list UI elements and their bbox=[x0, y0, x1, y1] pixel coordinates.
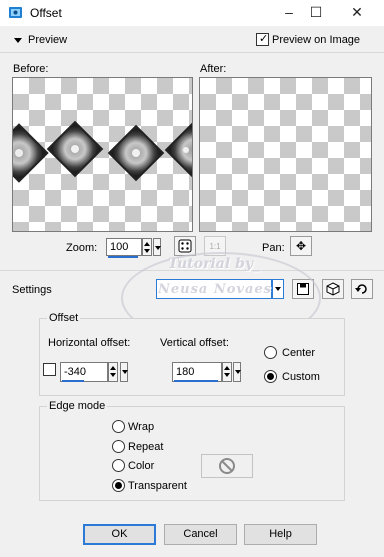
collapse-arrow-icon[interactable] bbox=[14, 38, 22, 43]
check-icon: ✓ bbox=[259, 33, 269, 45]
transparent-radio-label[interactable]: Transparent bbox=[128, 480, 187, 492]
before-label: Before: bbox=[13, 63, 49, 75]
center-radio[interactable] bbox=[264, 346, 277, 359]
wrap-radio[interactable] bbox=[112, 420, 125, 433]
repeat-radio-label[interactable]: Repeat bbox=[128, 441, 163, 453]
spin-down-icon bbox=[144, 249, 150, 253]
move-arrows-icon: ✥ bbox=[295, 239, 307, 253]
pan-button[interactable]: ✥ bbox=[290, 236, 312, 256]
color-radio[interactable] bbox=[112, 459, 125, 472]
vertical-offset-underline bbox=[174, 380, 218, 382]
reset-button[interactable] bbox=[351, 279, 373, 299]
custom-radio-label[interactable]: Custom bbox=[282, 371, 320, 383]
link-offsets-checkbox[interactable] bbox=[43, 363, 56, 376]
after-preview bbox=[199, 77, 372, 232]
transparent-radio[interactable] bbox=[112, 479, 125, 492]
color-radio-label[interactable]: Color bbox=[128, 460, 154, 472]
spin-up-icon bbox=[224, 366, 230, 370]
pan-label: Pan: bbox=[262, 242, 285, 254]
center-radio-label[interactable]: Center bbox=[282, 347, 315, 359]
watermark-line1: Tutorial by_ bbox=[168, 256, 260, 272]
help-button[interactable]: Help bbox=[244, 524, 317, 545]
zoom-slider-arrow[interactable] bbox=[153, 238, 161, 256]
watermark-line2: Neusa Novaes bbox=[158, 282, 272, 297]
repeat-radio[interactable] bbox=[112, 440, 125, 453]
zoom-focus-underline bbox=[108, 256, 138, 258]
spin-up-icon bbox=[144, 242, 150, 246]
zoom-label: Zoom: bbox=[66, 242, 98, 254]
horizontal-offset-input[interactable]: -340 bbox=[60, 362, 108, 382]
close-button[interactable]: ✕ bbox=[346, 3, 368, 23]
edge-mode-group-label: Edge mode bbox=[47, 400, 108, 412]
spin-down-icon bbox=[224, 373, 230, 377]
horizontal-offset-spinner[interactable] bbox=[108, 362, 118, 382]
no-color-icon bbox=[219, 458, 235, 474]
horizontal-offset-slider-arrow[interactable] bbox=[120, 362, 128, 382]
horizontal-offset-underline bbox=[62, 380, 84, 382]
before-preview[interactable] bbox=[12, 77, 193, 232]
cube-icon bbox=[326, 282, 340, 296]
wrap-radio-label[interactable]: Wrap bbox=[128, 421, 154, 433]
vertical-offset-label: Vertical offset: bbox=[160, 337, 229, 349]
window-title: Offset bbox=[30, 6, 62, 20]
zoom-spinner[interactable] bbox=[142, 238, 152, 256]
ok-button[interactable]: OK bbox=[83, 524, 156, 545]
settings-label: Settings bbox=[12, 284, 52, 296]
vertical-offset-input[interactable]: 180 bbox=[172, 362, 222, 382]
zoom-input[interactable]: 100 bbox=[106, 238, 142, 256]
radio-selected-dot bbox=[267, 373, 274, 380]
dice-icon bbox=[178, 239, 192, 253]
cancel-button[interactable]: Cancel bbox=[164, 524, 237, 545]
reset-arrow-icon bbox=[355, 284, 367, 294]
vertical-offset-spinner[interactable] bbox=[222, 362, 232, 382]
actual-size-icon: 1:1 bbox=[209, 242, 221, 251]
divider bbox=[0, 52, 384, 53]
diamond-ornaments-image bbox=[13, 120, 192, 183]
minimize-button[interactable]: – bbox=[278, 3, 300, 23]
custom-radio[interactable] bbox=[264, 370, 277, 383]
app-icon bbox=[9, 7, 22, 18]
after-label: After: bbox=[200, 63, 227, 75]
spin-up-icon bbox=[110, 366, 116, 370]
maximize-button[interactable]: ☐ bbox=[305, 3, 327, 23]
preview-on-image-checkbox[interactable]: ✓ bbox=[256, 33, 269, 46]
radio-selected-dot bbox=[115, 482, 122, 489]
preview-on-image-label[interactable]: Preview on Image bbox=[272, 34, 360, 46]
spin-down-icon bbox=[110, 373, 116, 377]
edge-mode-group bbox=[39, 406, 345, 501]
color-swatch-button[interactable] bbox=[201, 454, 253, 478]
vertical-offset-slider-arrow[interactable] bbox=[233, 362, 241, 382]
offset-group-label: Offset bbox=[47, 312, 81, 324]
horizontal-offset-label: Horizontal offset: bbox=[48, 337, 131, 349]
preview-section-label[interactable]: Preview bbox=[28, 34, 67, 46]
randomize-button[interactable] bbox=[322, 279, 344, 299]
